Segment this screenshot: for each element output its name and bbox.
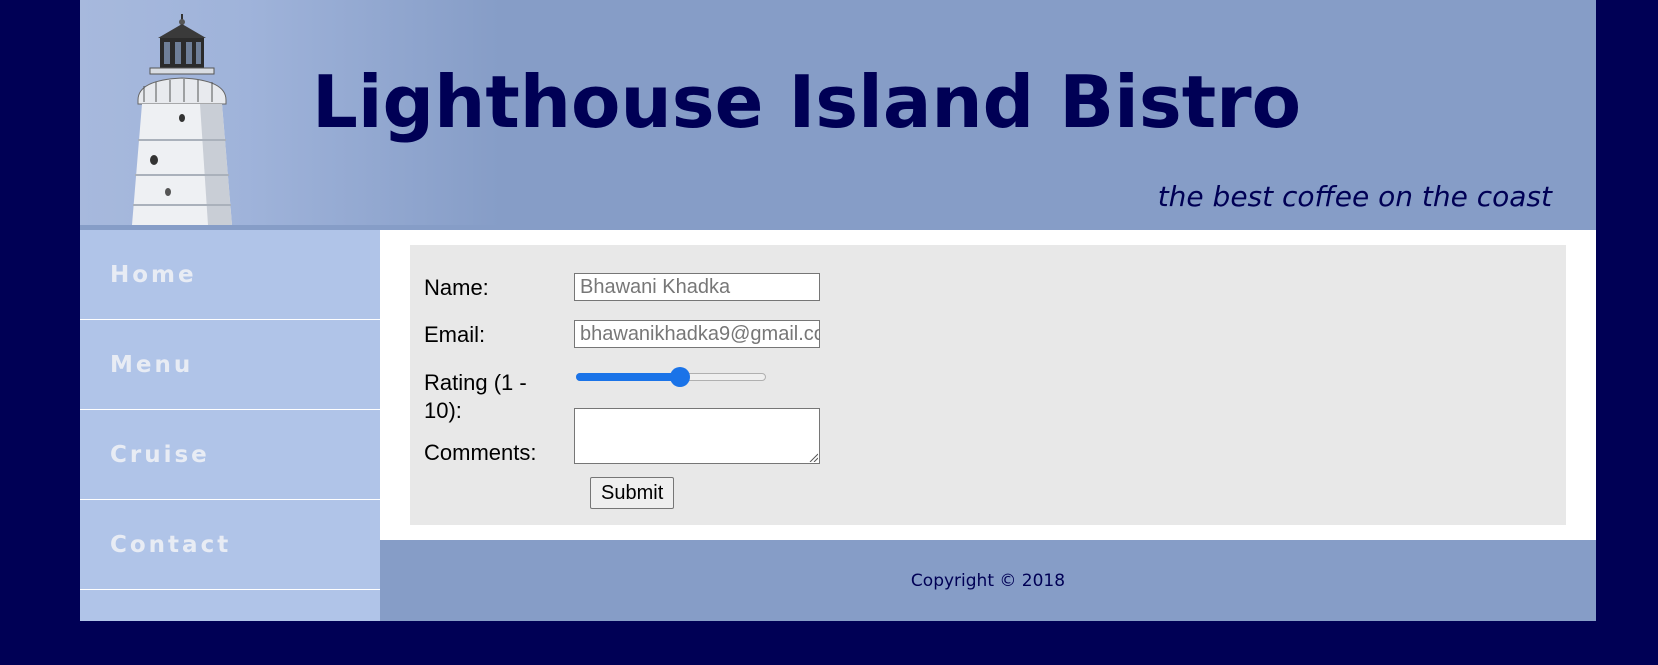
name-row: Name: Bhawani Khadka	[424, 273, 820, 301]
nav-item-home[interactable]: Home	[80, 230, 380, 320]
nav-link-cruise[interactable]: Cruise	[80, 442, 210, 468]
copyright-text: Copyright © 2018	[910, 570, 1066, 591]
comments-textarea[interactable]	[574, 408, 820, 464]
rating-label: Rating (1 - 10):	[424, 370, 527, 423]
page-wrapper: Lighthouse Island Bistro the best coffee…	[80, 0, 1596, 621]
nav-item-contact[interactable]: Contact	[80, 500, 380, 590]
feedback-form: Name: Bhawani Khadka Email: bhawanikhadk…	[410, 245, 1566, 525]
nav-link-menu[interactable]: Menu	[80, 352, 193, 378]
nav-item-menu[interactable]: Menu	[80, 320, 380, 410]
email-label: Email:	[424, 322, 486, 347]
comments-label: Comments:	[424, 440, 537, 465]
email-input[interactable]: bhawanikhadka9@gmail.co	[574, 320, 820, 348]
name-label: Name:	[424, 275, 489, 300]
lighthouse-image	[132, 14, 232, 225]
site-tagline: the best coffee on the coast	[1157, 180, 1552, 213]
rating-slider-fill	[576, 373, 681, 381]
nav-link-contact[interactable]: Contact	[80, 532, 231, 558]
rating-slider-thumb[interactable]	[670, 367, 691, 387]
email-row: Email: bhawanikhadka9@gmail.co	[424, 320, 820, 348]
sidebar-nav: Home Menu Cruise Contact	[80, 230, 380, 621]
resize-grip-icon[interactable]	[808, 452, 818, 462]
site-title: Lighthouse Island Bistro	[312, 60, 1302, 144]
rating-slider[interactable]	[574, 367, 768, 387]
nav-item-cruise[interactable]: Cruise	[80, 410, 380, 500]
name-input[interactable]: Bhawani Khadka	[574, 273, 820, 301]
submit-button[interactable]: Submit	[590, 477, 675, 509]
site-footer: Copyright © 2018	[380, 540, 1596, 621]
nav-link-home[interactable]: Home	[80, 262, 197, 288]
site-header: Lighthouse Island Bistro the best coffee…	[80, 0, 1596, 230]
